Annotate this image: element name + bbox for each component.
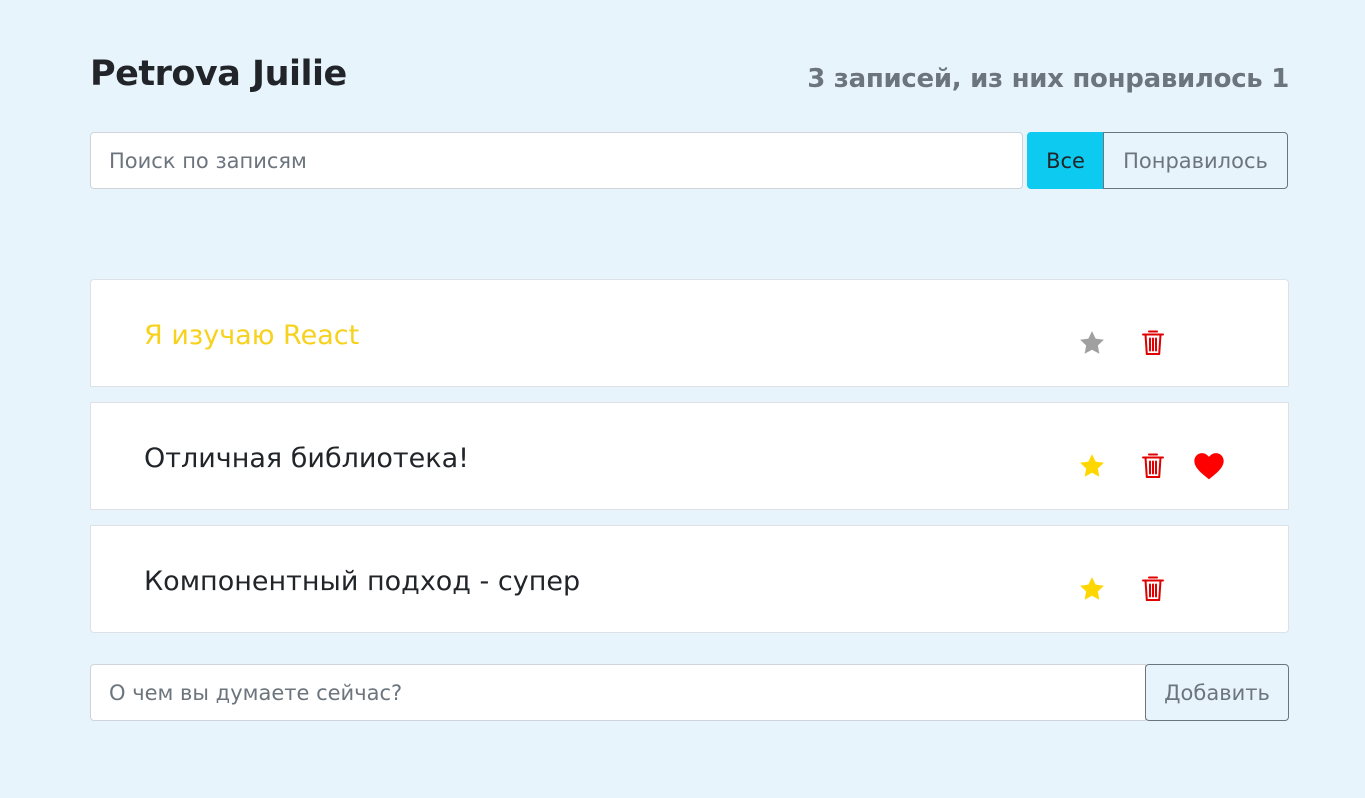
trash-icon bbox=[1142, 330, 1164, 355]
page-title: Petrova Juilie bbox=[90, 54, 347, 94]
list-item: Отличная библиотека! bbox=[90, 402, 1289, 510]
delete-button[interactable] bbox=[1136, 572, 1170, 606]
star-icon bbox=[1080, 331, 1104, 354]
list-item: Я изучаю React bbox=[90, 279, 1289, 387]
star-button[interactable] bbox=[1075, 326, 1109, 360]
posts-summary: 3 записей, из них понравилось 1 bbox=[807, 64, 1289, 94]
new-post-input[interactable] bbox=[90, 664, 1146, 721]
filter-all-button[interactable]: Все bbox=[1027, 132, 1104, 189]
star-button[interactable] bbox=[1075, 449, 1109, 483]
trash-icon bbox=[1142, 576, 1164, 601]
star-icon bbox=[1080, 454, 1104, 477]
search-input[interactable] bbox=[90, 132, 1023, 189]
star-button[interactable] bbox=[1075, 572, 1109, 606]
post-label[interactable]: Отличная библиотека! bbox=[144, 443, 469, 474]
filter-liked-button[interactable]: Понравилось bbox=[1103, 132, 1288, 189]
post-label[interactable]: Компонентный подход - супер bbox=[144, 566, 580, 597]
trash-icon bbox=[1142, 453, 1164, 478]
add-post-form: Добавить bbox=[90, 664, 1289, 721]
delete-button[interactable] bbox=[1136, 326, 1170, 360]
filter-button-group: Все Понравилось bbox=[1027, 132, 1288, 189]
app-header: Petrova Juilie 3 записей, из них понрави… bbox=[90, 52, 1289, 102]
search-panel: Все Понравилось bbox=[90, 132, 1289, 189]
post-label[interactable]: Я изучаю React bbox=[144, 320, 359, 351]
heart-icon bbox=[1194, 453, 1224, 480]
delete-button[interactable] bbox=[1136, 449, 1170, 483]
star-icon bbox=[1080, 577, 1104, 600]
list-item: Компонентный подход - супер bbox=[90, 525, 1289, 633]
add-post-button[interactable]: Добавить bbox=[1145, 664, 1289, 721]
